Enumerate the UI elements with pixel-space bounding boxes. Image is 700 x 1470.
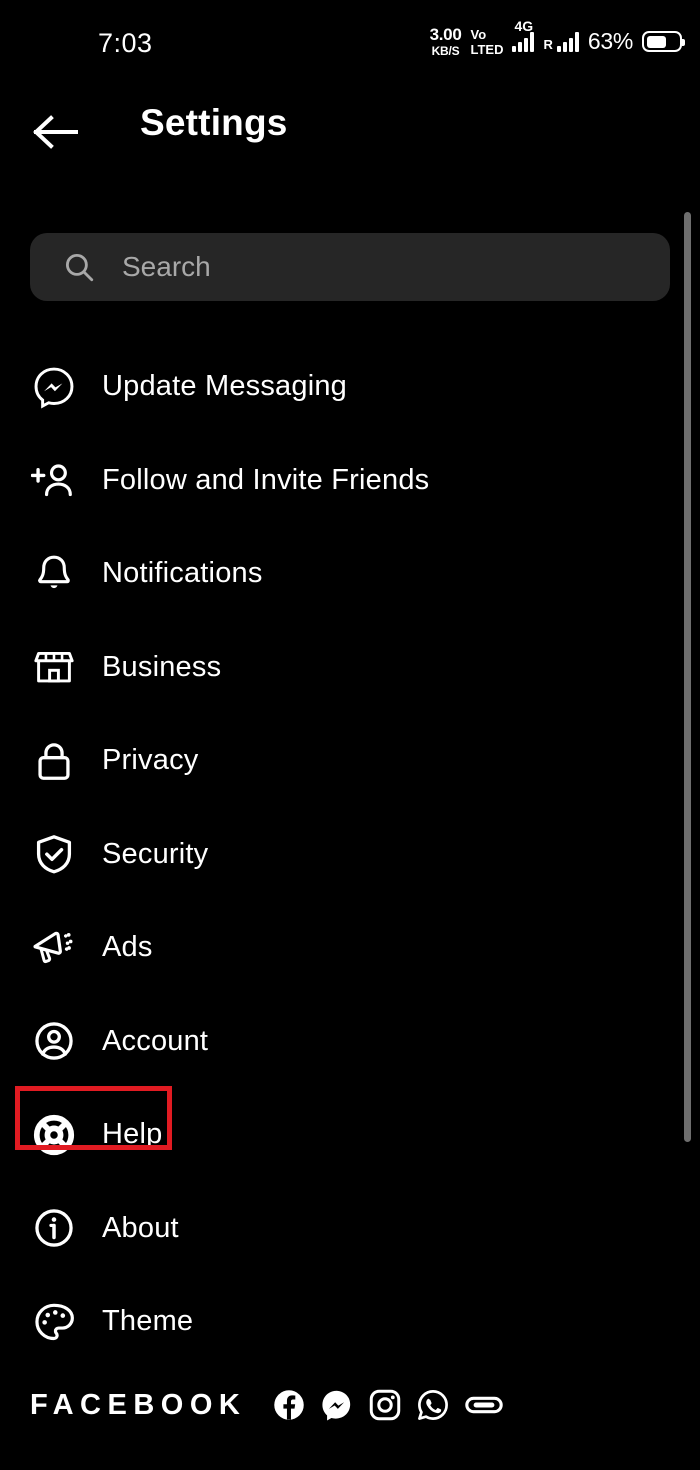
- settings-item-account[interactable]: Account: [0, 995, 700, 1089]
- settings-screen: 7:03 3.00 KB/S Vo LTED 4G R 63% Settings…: [0, 0, 700, 1470]
- facebook-icon[interactable]: [272, 1388, 306, 1422]
- network-type-label: 4G: [514, 17, 534, 34]
- network-speed-indicator: 3.00 KB/S: [430, 26, 462, 57]
- instagram-icon[interactable]: [368, 1388, 402, 1422]
- settings-item-label: Security: [102, 837, 209, 870]
- settings-item-label: Update Messaging: [102, 370, 348, 403]
- settings-item-label: About: [102, 1211, 179, 1244]
- settings-item-security[interactable]: Security: [0, 808, 700, 902]
- settings-item-label: Theme: [102, 1305, 194, 1338]
- volte-label-bottom: LTED: [470, 41, 504, 57]
- network-speed-value: 3.00: [429, 25, 462, 44]
- settings-item-business[interactable]: Business: [0, 621, 700, 715]
- status-bar-clock: 7:03: [98, 28, 153, 58]
- messenger-icon[interactable]: [320, 1388, 354, 1422]
- settings-list: Update Messaging Follow and Invite Frien…: [0, 340, 700, 1369]
- settings-item-label: Follow and Invite Friends: [102, 463, 430, 496]
- palette-icon: [30, 1298, 78, 1346]
- bell-icon: [30, 550, 78, 598]
- network-speed-unit: KB/S: [431, 44, 460, 58]
- volte-indicator: Vo LTED: [470, 28, 503, 56]
- back-button[interactable]: [28, 104, 84, 160]
- settings-item-ads[interactable]: Ads: [0, 901, 700, 995]
- signal-bars-icon: [512, 31, 535, 52]
- roaming-label: R: [543, 36, 553, 52]
- back-arrow-icon: [33, 115, 78, 149]
- settings-item-notifications[interactable]: Notifications: [0, 527, 700, 621]
- settings-item-about[interactable]: About: [0, 1182, 700, 1276]
- search-icon: [65, 253, 94, 282]
- page-title: Settings: [140, 102, 288, 143]
- signal-bars-icon: [556, 31, 579, 52]
- vertical-scrollbar[interactable]: [684, 212, 691, 1142]
- lock-icon: [30, 737, 78, 785]
- search-input-placeholder: Search: [122, 251, 211, 282]
- sim1-signal-indicator: 4G: [512, 18, 535, 52]
- person-add-icon: [30, 456, 78, 504]
- settings-item-label: Notifications: [102, 557, 263, 590]
- oculus-icon[interactable]: [464, 1388, 504, 1422]
- settings-item-privacy[interactable]: Privacy: [0, 714, 700, 808]
- shield-check-icon: [30, 830, 78, 878]
- sim2-signal-indicator: R: [543, 31, 579, 52]
- info-circle-icon: [30, 1204, 78, 1252]
- settings-item-label: Privacy: [102, 744, 199, 777]
- volte-label-top: Vo: [470, 26, 487, 42]
- app-header: Settings: [0, 96, 700, 166]
- lifebuoy-icon: [30, 1111, 78, 1159]
- settings-item-follow-and-invite-friends[interactable]: Follow and Invite Friends: [0, 434, 700, 528]
- search-field[interactable]: Search: [30, 233, 670, 301]
- store-icon: [30, 643, 78, 691]
- network-type-indicator: 4G: [512, 18, 535, 52]
- whatsapp-icon[interactable]: [416, 1388, 450, 1422]
- footer-app-icons: [272, 1388, 504, 1422]
- settings-item-theme[interactable]: Theme: [0, 1275, 700, 1369]
- facebook-wordmark: FACEBOOK: [30, 1388, 247, 1421]
- settings-item-help[interactable]: Help: [0, 1088, 700, 1182]
- settings-item-label: Account: [102, 1024, 209, 1057]
- status-bar-indicators: 3.00 KB/S Vo LTED 4G R 63%: [430, 18, 685, 57]
- messenger-icon: [30, 363, 78, 411]
- megaphone-icon: [30, 924, 78, 972]
- account-circle-icon: [30, 1017, 78, 1065]
- settings-item-label: Ads: [102, 931, 153, 964]
- footer-brand-bar: FACEBOOK: [30, 1388, 504, 1422]
- battery-percent-label: 63%: [587, 28, 633, 54]
- battery-icon: [642, 31, 685, 52]
- status-bar: 7:03 3.00 KB/S Vo LTED 4G R 63%: [0, 0, 700, 88]
- settings-item-update-messaging[interactable]: Update Messaging: [0, 340, 700, 434]
- settings-item-label: Business: [102, 650, 222, 683]
- settings-item-label: Help: [102, 1118, 163, 1151]
